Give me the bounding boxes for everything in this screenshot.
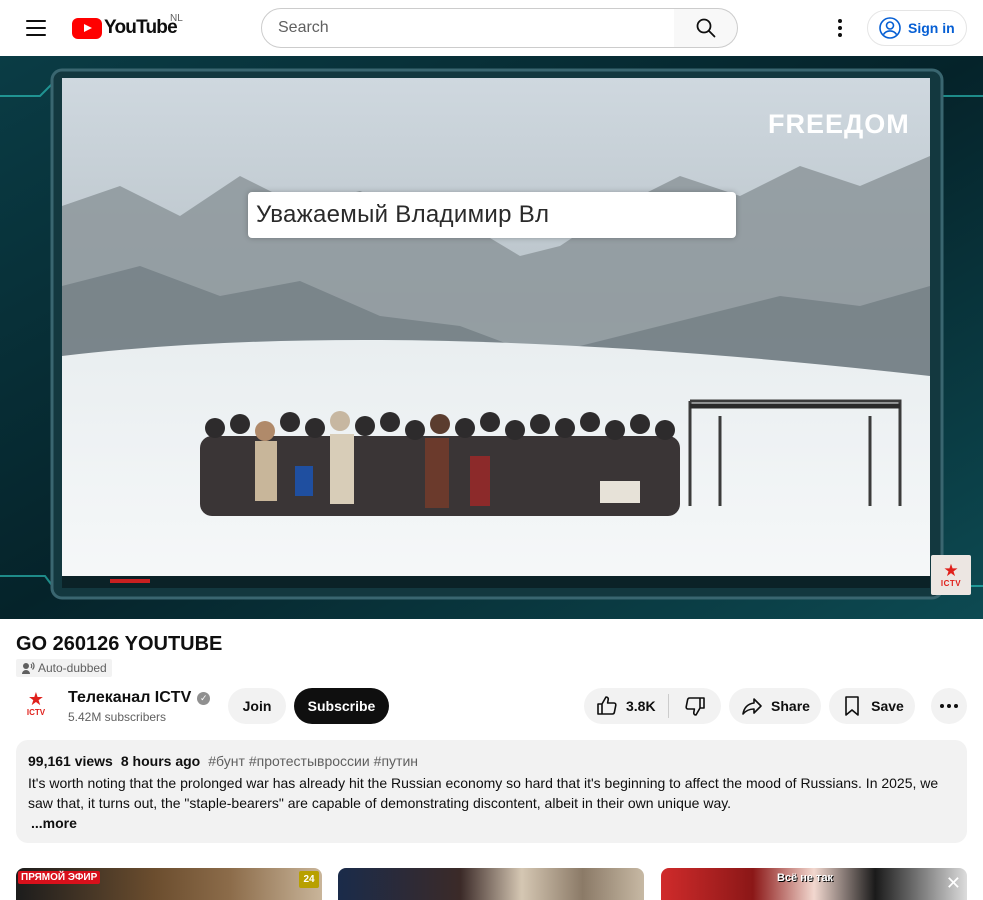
description-text: It's worth noting that the prolonged war… — [28, 775, 939, 811]
hashtag-link[interactable]: #протестывроссии — [249, 753, 370, 769]
video-title: GO 260126 YOUTUBE — [16, 633, 223, 655]
dubbing-voice-icon — [22, 662, 35, 674]
related-video-thumbnail[interactable]: ПРЯМОЙ ЭФИР 24 — [16, 868, 322, 900]
ictv-watermark: ★ ICTV — [931, 555, 971, 595]
description-box[interactable]: 99,161 views 8 hours ago #бунт #протесты… — [16, 740, 967, 843]
live-badge: ПРЯМОЙ ЭФИР — [18, 871, 101, 884]
channel-name-text: Телеканал ICTV — [68, 689, 192, 706]
video-caption: Уважаемый Владимир Вл — [248, 192, 736, 238]
dislike-button[interactable] — [669, 688, 721, 724]
account-circle-icon — [879, 17, 901, 39]
upload-time: 8 hours ago — [120, 753, 201, 769]
subscribe-button[interactable]: Subscribe — [294, 688, 389, 724]
sign-in-label: Sign in — [908, 20, 955, 36]
like-count: 3.8K — [626, 698, 656, 714]
related-video-thumbnail[interactable] — [338, 868, 644, 900]
ictv-watermark-label: ICTV — [940, 578, 962, 588]
search-box — [261, 8, 675, 48]
dot — [954, 704, 958, 708]
hashtag-list: #бунт #протестывроссии #путин — [208, 753, 418, 769]
video-frame — [0, 56, 983, 619]
channel-name[interactable]: Телеканал ICTV ✓ — [68, 689, 211, 707]
search-button[interactable] — [674, 8, 738, 48]
description-meta: 99,161 views 8 hours ago #бунт #протесты… — [28, 752, 955, 770]
related-video-thumbnail[interactable]: Всё не так ✕ — [661, 868, 967, 900]
search-input[interactable] — [262, 9, 674, 47]
close-icon[interactable]: ✕ — [946, 874, 961, 892]
freedom-logo-text: FREEДOM — [768, 109, 910, 139]
search-icon — [696, 18, 715, 38]
more-actions-button[interactable] — [931, 688, 967, 724]
dot — [940, 704, 944, 708]
freedom-channel-logo: FREEДOM — [768, 109, 910, 140]
like-button[interactable]: 3.8K — [584, 688, 668, 724]
thumbnail-overlay-text: Всё не так — [777, 872, 834, 884]
save-button[interactable]: Save — [829, 688, 915, 724]
subscriber-count: 5.42M subscribers — [68, 710, 167, 724]
video-player[interactable]: FREEДOM Уважаемый Владимир Вл ★ ICTV — [0, 56, 983, 619]
share-label: Share — [771, 698, 810, 714]
join-button[interactable]: Join — [228, 688, 286, 724]
youtube-logo[interactable]: YouTube — [72, 17, 178, 39]
hamburger-menu-icon[interactable] — [20, 12, 52, 44]
bookmark-add-icon — [845, 696, 859, 716]
share-button[interactable]: Share — [729, 688, 821, 724]
youtube-play-icon — [72, 17, 102, 39]
hashtag-link[interactable]: #путин — [374, 753, 418, 769]
hashtag-link[interactable]: #бунт — [208, 753, 245, 769]
settings-kebab-icon[interactable] — [824, 12, 856, 44]
country-code: NL — [170, 13, 183, 24]
show-more-button[interactable]: ...more — [31, 813, 955, 833]
masthead: YouTube NL Sign in — [0, 0, 983, 56]
view-count: 99,161 views — [28, 753, 113, 769]
channel-24-badge: 24 — [299, 871, 319, 888]
sign-in-button[interactable]: Sign in — [867, 10, 967, 46]
star-icon: ★ — [27, 689, 45, 709]
verified-check-icon: ✓ — [197, 691, 211, 705]
avatar-label: ICTV — [26, 708, 46, 717]
channel-avatar[interactable]: ★ ICTV — [16, 684, 56, 724]
auto-dubbed-badge: Auto-dubbed — [16, 659, 112, 677]
auto-dubbed-label: Auto-dubbed — [38, 661, 107, 675]
share-arrow-icon — [742, 698, 762, 715]
thumbs-down-icon — [685, 697, 705, 716]
dot — [947, 704, 951, 708]
star-icon: ★ — [943, 560, 959, 580]
like-dislike-group: 3.8K — [584, 688, 721, 724]
crowd — [200, 411, 680, 516]
save-label: Save — [871, 698, 904, 714]
thumbs-up-icon — [597, 696, 617, 715]
logo-text: YouTube — [104, 17, 178, 38]
